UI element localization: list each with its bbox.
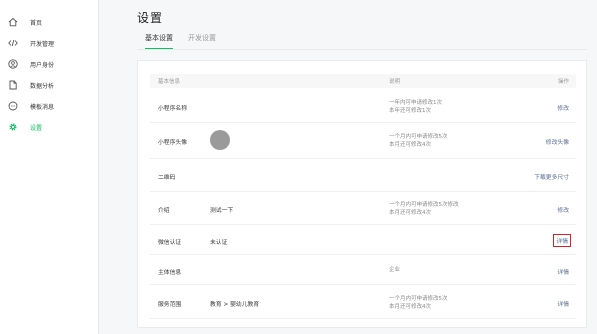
wechat-verify-detail-link[interactable]: 详情 — [553, 234, 571, 247]
sidebar-item-home[interactable]: 首页 — [0, 13, 99, 31]
row-label: 服务范围 — [158, 302, 182, 308]
desc-line: 本月还可修改4次 — [389, 210, 431, 216]
modify-intro-link[interactable]: 修改 — [557, 205, 569, 214]
tab-dev-settings[interactable]: 开发设置 — [188, 33, 216, 48]
sidebar-item-label: 数据分析 — [30, 82, 55, 90]
desc-line: 一年内可申请修改1次 — [389, 100, 442, 106]
row-description: 一年内可申请修改1次 本年还可修改1次 — [389, 99, 442, 115]
sidebar-item-template[interactable]: 模板消息 — [0, 97, 99, 115]
sidebar: 首页 开发管理 用户身份 数据分析 模板消息 设置 — [0, 0, 99, 334]
desc-line: 一个月内可申请修改5次修改 — [389, 202, 459, 208]
sidebar-item-label: 用户身份 — [30, 61, 55, 69]
sidebar-item-settings[interactable]: 设置 — [0, 118, 99, 136]
service-scope-detail-link[interactable]: 详情 — [557, 299, 569, 308]
sidebar-item-analytics[interactable]: 数据分析 — [0, 76, 99, 94]
row-description: 企业 — [389, 266, 400, 274]
row-label: 小程序头像 — [158, 140, 187, 146]
sidebar-item-label: 首页 — [30, 19, 43, 27]
header-basic-info: 基本信息 — [158, 79, 181, 85]
row-label: 二维码 — [158, 175, 176, 181]
user-icon — [8, 59, 18, 69]
row-label: 微信认证 — [158, 240, 182, 246]
avatar — [210, 130, 230, 150]
desc-line: 一个月内可申请修改5次 — [389, 296, 448, 302]
row-label: 介绍 — [158, 208, 170, 214]
desc-line: 一个月内可申请修改5次 — [389, 134, 448, 140]
tab-basic-settings[interactable]: 基本设置 — [145, 33, 173, 50]
desc-line: 本年还可修改1次 — [389, 108, 431, 114]
table-row: 服务范围 教育 > 婴幼儿教育 一个月内可申请修改5次 本月还可修改4次 详情 — [150, 285, 576, 319]
modify-avatar-link[interactable]: 修改头像 — [546, 137, 569, 146]
home-icon — [8, 17, 18, 27]
gear-icon — [8, 122, 18, 132]
tab-divider — [137, 49, 587, 50]
row-description: 一个月内可申请修改5次 本月还可修改4次 — [389, 295, 448, 311]
row-description: 一个月内可申请修改5次修改 本月还可修改4次 — [389, 201, 459, 217]
settings-card: 基本信息 说明 操作 小程序名称 一年内可申请修改1次 本年还可修改1次 修改 … — [137, 60, 587, 328]
table-row: 小程序头像 一个月内可申请修改5次 本月还可修改4次 修改头像 — [150, 123, 576, 159]
sidebar-item-dev[interactable]: 开发管理 — [0, 34, 99, 52]
table-header: 基本信息 说明 操作 — [150, 74, 576, 88]
sidebar-item-user[interactable]: 用户身份 — [0, 55, 99, 73]
page-title: 设置 — [137, 11, 164, 25]
modify-name-link[interactable]: 修改 — [557, 103, 569, 112]
desc-line: 本月还可修改4次 — [389, 304, 431, 310]
table-row: 小程序名称 一年内可申请修改1次 本年还可修改1次 修改 — [150, 90, 576, 123]
row-value: 教育 > 婴幼儿教育 — [210, 302, 260, 308]
table-row: 二维码 下载更多尺寸 — [150, 159, 576, 192]
sidebar-item-label: 开发管理 — [30, 40, 55, 48]
document-icon — [8, 80, 18, 90]
message-icon — [8, 101, 18, 111]
download-qrcode-link[interactable]: 下载更多尺寸 — [534, 172, 569, 181]
code-icon — [8, 38, 18, 48]
header-description: 说明 — [389, 79, 401, 85]
row-value: 未认证 — [210, 240, 228, 246]
sidebar-item-label: 设置 — [30, 124, 43, 132]
table-row: 微信认证 未认证 详情 — [150, 225, 576, 255]
entity-detail-link[interactable]: 详情 — [557, 267, 569, 276]
row-value: 测试一下 — [210, 208, 234, 214]
table-row: 介绍 测试一下 一个月内可申请修改5次修改 本月还可修改4次 修改 — [150, 192, 576, 225]
row-description: 一个月内可申请修改5次 本月还可修改4次 — [389, 133, 448, 149]
row-label: 小程序名称 — [158, 106, 187, 112]
row-label: 主体信息 — [158, 270, 182, 276]
sidebar-item-label: 模板消息 — [30, 103, 55, 111]
header-operation: 操作 — [557, 79, 569, 85]
desc-line: 本月还可修改4次 — [389, 142, 431, 148]
desc-line: 企业 — [389, 267, 401, 273]
table-row: 主体信息 企业 详情 — [150, 255, 576, 285]
